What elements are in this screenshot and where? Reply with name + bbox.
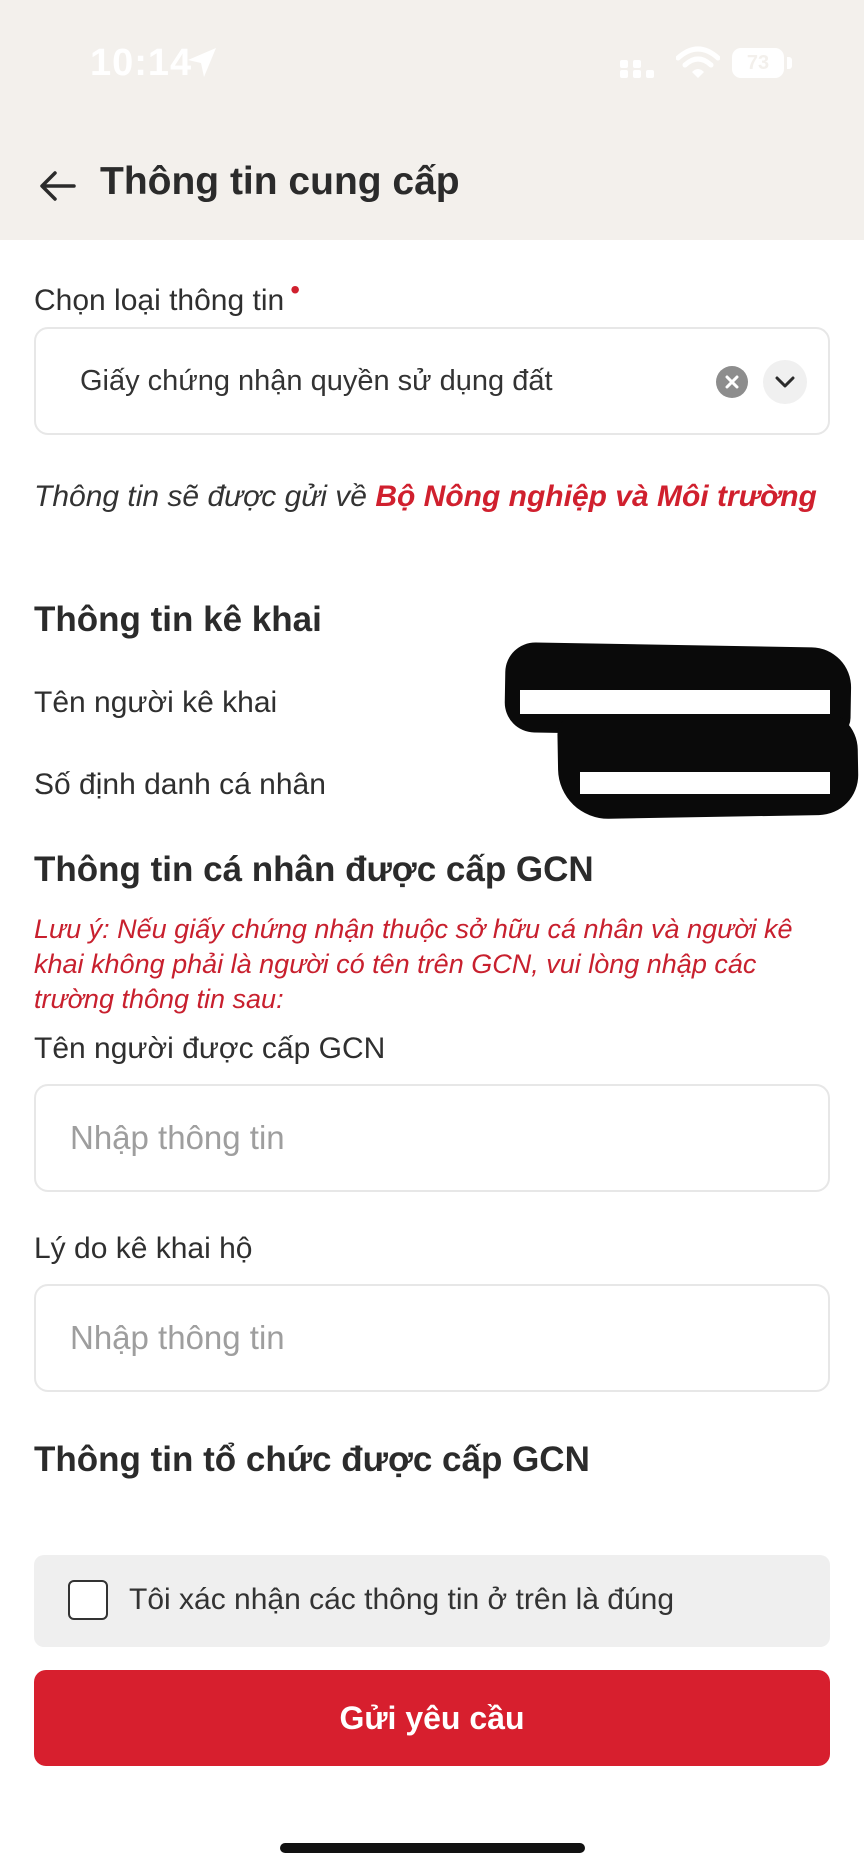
redacted-id	[557, 709, 859, 820]
individual-note: Lưu ý: Nếu giấy chứng nhận thuộc sở hữu …	[34, 914, 793, 1014]
reason-input[interactable]	[34, 1284, 830, 1392]
declarant-section-title: Thông tin kê khai	[34, 600, 322, 639]
location-arrow-icon	[188, 48, 216, 77]
submit-button[interactable]: Gửi yêu cầu	[34, 1670, 830, 1766]
clear-icon[interactable]	[716, 366, 748, 398]
page-title: Thông tin cung cấp	[100, 160, 460, 203]
type-label: Chọn loại thông tin •	[34, 274, 300, 318]
cellular-signal-icon	[620, 60, 654, 78]
individual-section-title: Thông tin cá nhân được cấp GCN	[34, 850, 594, 889]
redacted-name-strip	[520, 690, 830, 714]
status-time: 10:14	[90, 42, 193, 84]
notice-prefix: Thông tin sẽ được gửi về	[34, 480, 376, 513]
battery-level: 73	[746, 51, 770, 74]
type-select-value: Giấy chứng nhận quyền sử dụng đất	[80, 365, 553, 397]
holder-name-label: Tên người được cấp GCN	[34, 1032, 386, 1065]
notice-agency: Bộ Nông nghiệp và Môi trường	[375, 480, 817, 513]
confirm-label: Tôi xác nhận các thông tin ở trên là đún…	[129, 1583, 675, 1616]
required-indicator: •	[290, 274, 300, 305]
reason-label: Lý do kê khai hộ	[34, 1232, 253, 1265]
type-select[interactable]: Giấy chứng nhận quyền sử dụng đất	[34, 327, 830, 435]
status-bar: 10:14 73	[0, 0, 864, 130]
battery-icon: 73	[732, 48, 784, 78]
confirm-row[interactable]: Tôi xác nhận các thông tin ở trên là đún…	[34, 1555, 830, 1647]
declarant-id-label: Số định danh cá nhân	[34, 768, 326, 801]
back-arrow-icon[interactable]	[38, 166, 78, 206]
wifi-icon	[676, 46, 720, 78]
holder-name-input[interactable]	[34, 1084, 830, 1192]
organization-section-title: Thông tin tổ chức được cấp GCN	[34, 1440, 590, 1479]
home-indicator	[280, 1843, 585, 1853]
redacted-id-strip	[580, 772, 830, 794]
battery-tip	[787, 57, 792, 69]
type-label-text: Chọn loại thông tin	[34, 284, 285, 317]
declarant-name-label: Tên người kê khai	[34, 686, 278, 719]
confirm-checkbox[interactable]	[68, 1580, 108, 1620]
recipient-notice: Thông tin sẽ được gửi về Bộ Nông nghiệp …	[34, 478, 834, 516]
chevron-down-icon[interactable]	[763, 360, 807, 404]
